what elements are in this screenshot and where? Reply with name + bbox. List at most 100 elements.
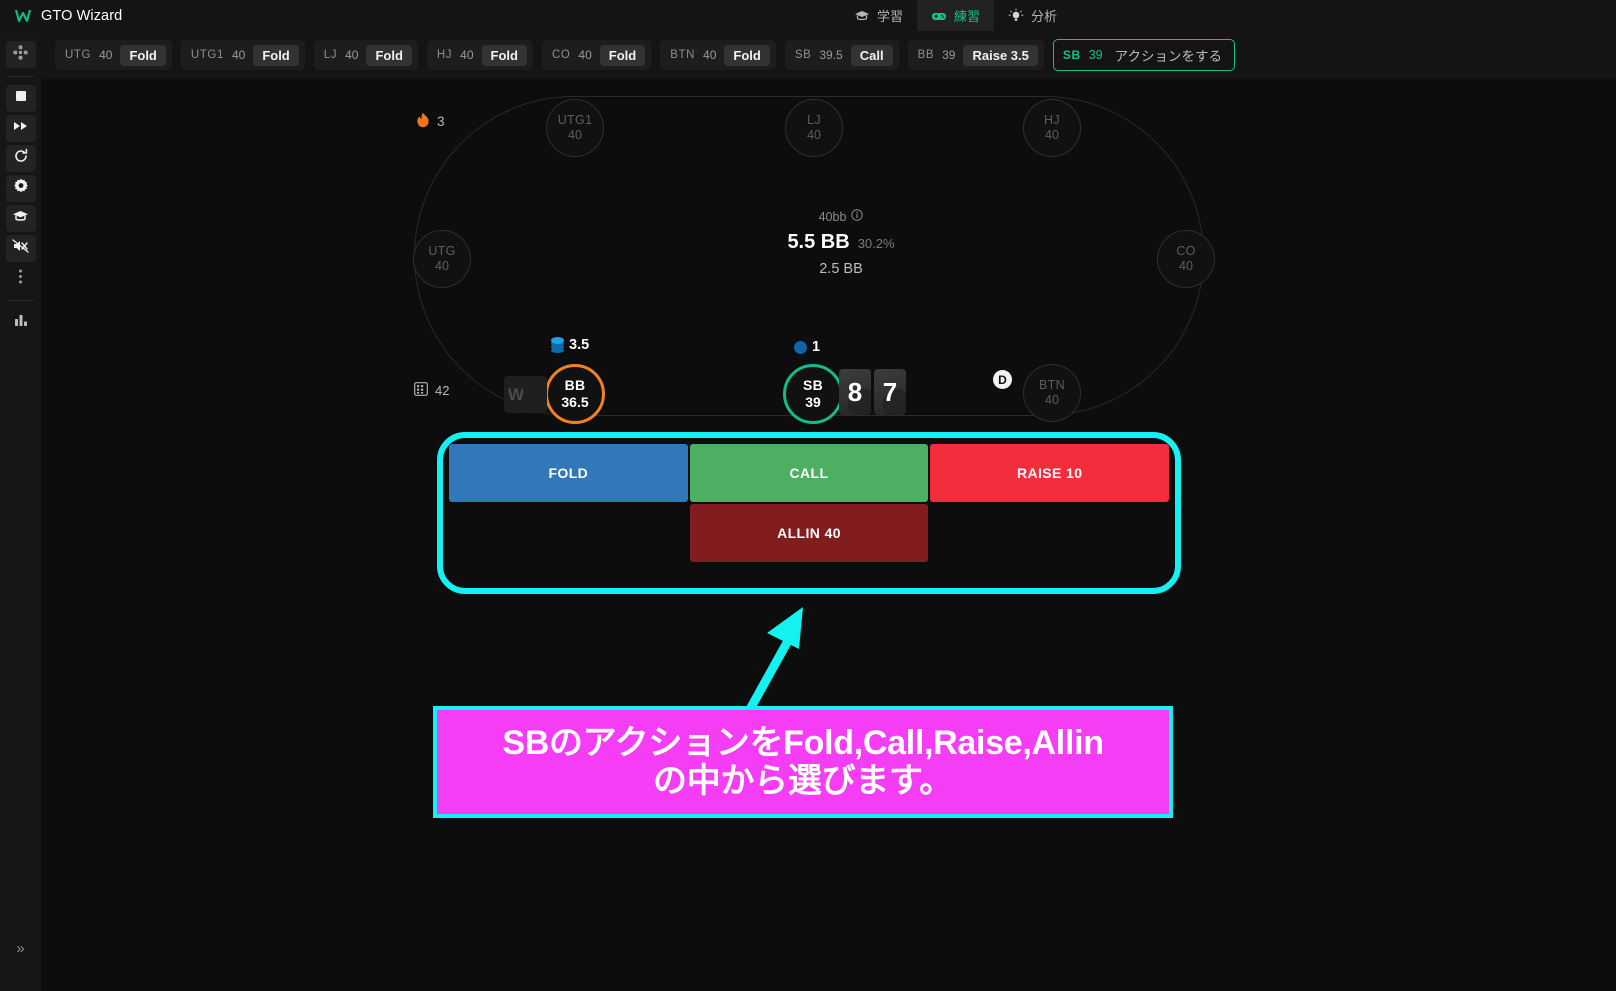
hole-card-2: 7 bbox=[874, 369, 906, 415]
history-pill-utg1[interactable]: UTG1 40 Fold bbox=[180, 40, 305, 70]
study-button[interactable] bbox=[5, 205, 36, 232]
top-navigation: 学習 練習 分析 bbox=[840, 0, 1071, 31]
stop-button[interactable] bbox=[5, 85, 36, 112]
stats-button[interactable] bbox=[6, 309, 36, 336]
bar-chart-icon bbox=[13, 313, 29, 333]
seat-utg[interactable]: UTG 40 bbox=[413, 230, 471, 288]
action-row-primary: FOLD CALL RAISE 10 bbox=[449, 444, 1170, 502]
callout-annotation: SBのアクションをFold,Call,Raise,Allin の中から選びます。 bbox=[433, 706, 1173, 818]
seat-stack: 40 bbox=[568, 128, 582, 142]
seat-stack: 40 bbox=[807, 128, 821, 142]
left-tool-rail: » bbox=[0, 31, 41, 991]
history-position: UTG bbox=[65, 49, 92, 61]
history-position: CO bbox=[551, 49, 571, 61]
current-turn-position: SB bbox=[1062, 48, 1081, 62]
history-position: SB bbox=[794, 49, 812, 61]
seat-sb-hero[interactable]: SB 39 bbox=[783, 364, 843, 424]
history-stack: 39.5 bbox=[819, 48, 843, 62]
pot-stack-label: 40bb bbox=[818, 209, 847, 224]
fold-button[interactable]: FOLD bbox=[449, 444, 688, 502]
refresh-button[interactable] bbox=[5, 145, 36, 172]
expand-sidebar-button[interactable]: » bbox=[0, 940, 41, 957]
nav-tab-study[interactable]: 学習 bbox=[840, 0, 917, 31]
history-pill-utg[interactable]: UTG 40 Fold bbox=[55, 40, 172, 70]
hero-stack: 39 bbox=[805, 394, 821, 410]
settings-button[interactable] bbox=[5, 175, 36, 202]
callout-arrow bbox=[741, 599, 871, 714]
history-action: Fold bbox=[120, 44, 166, 66]
app-brand[interactable]: GTO Wizard bbox=[0, 7, 122, 25]
dealer-button: D bbox=[993, 370, 1012, 389]
chip-icon bbox=[794, 340, 807, 354]
more-options-button[interactable] bbox=[6, 265, 36, 292]
seat-co[interactable]: CO 40 bbox=[1157, 230, 1215, 288]
history-pill-btn[interactable]: BTN 40 Fold bbox=[660, 40, 776, 70]
history-pill-lj[interactable]: LJ 40 Fold bbox=[313, 40, 418, 70]
history-pill-sb[interactable]: SB 39.5 Call bbox=[784, 40, 899, 70]
gto-wizard-logo-icon bbox=[14, 7, 32, 25]
seat-stack: 40 bbox=[435, 259, 449, 273]
raise-button[interactable]: RAISE 10 bbox=[930, 444, 1170, 502]
streak-value: 3 bbox=[437, 114, 445, 129]
nav-tab-practice[interactable]: 練習 bbox=[916, 0, 994, 31]
info-icon[interactable] bbox=[851, 209, 864, 224]
gear-icon bbox=[13, 178, 29, 199]
nav-tab-analysis-label: 分析 bbox=[1030, 9, 1057, 24]
history-action: Fold bbox=[599, 44, 646, 66]
seat-stack: 40 bbox=[1045, 393, 1059, 407]
gamepad-icon bbox=[931, 8, 947, 24]
app-title: GTO Wizard bbox=[41, 7, 123, 24]
history-pill-hj[interactable]: HJ 40 Fold bbox=[426, 40, 533, 70]
history-stack: 40 bbox=[99, 48, 113, 62]
seat-stack: 40 bbox=[1179, 259, 1193, 273]
chip-stack-icon bbox=[551, 337, 564, 353]
villain-stack: 36.5 bbox=[561, 394, 589, 410]
streak-badge: 3 bbox=[416, 112, 445, 131]
handcount-value: 42 bbox=[435, 383, 450, 398]
seat-lj[interactable]: LJ 40 bbox=[785, 99, 843, 157]
mute-button[interactable] bbox=[5, 235, 36, 262]
seat-position: HJ bbox=[1044, 113, 1060, 127]
move-tool-button[interactable] bbox=[5, 41, 36, 68]
villain-position: BB bbox=[564, 377, 586, 394]
pot-sub-amount: 2.5 BB bbox=[819, 261, 863, 277]
history-action: Fold bbox=[366, 44, 412, 66]
bet-sb-amount: 1 bbox=[812, 339, 821, 355]
action-history-bar: UTG 40 Fold UTG1 40 Fold LJ 40 Fold HJ 4… bbox=[41, 31, 1616, 79]
seat-bb-villain[interactable]: BB 36.5 bbox=[545, 364, 605, 424]
action-buttons-panel: FOLD CALL RAISE 10 ALLIN 40 bbox=[437, 432, 1181, 594]
facedown-logo: W bbox=[507, 384, 525, 404]
bet-sb: 1 bbox=[794, 339, 820, 355]
nav-tab-analysis[interactable]: 分析 bbox=[994, 0, 1071, 31]
nav-tab-study-label: 学習 bbox=[876, 9, 903, 24]
seat-position: CO bbox=[1176, 244, 1196, 258]
callout-line-2: の中から選びます。 bbox=[653, 762, 953, 800]
hole-card-1: 8 bbox=[839, 369, 871, 415]
history-action: Fold bbox=[724, 44, 770, 66]
history-pill-current-turn[interactable]: SB 39 アクションをする bbox=[1052, 39, 1235, 71]
fast-forward-button[interactable] bbox=[5, 115, 36, 142]
history-pill-bb[interactable]: BB 39 Raise 3.5 bbox=[907, 40, 1044, 70]
seat-position: BTN bbox=[1039, 378, 1065, 392]
nav-tab-practice-label: 練習 bbox=[953, 9, 980, 24]
seat-btn[interactable]: BTN 40 bbox=[1023, 364, 1081, 422]
rail-divider-top bbox=[7, 76, 34, 77]
seat-hj[interactable]: HJ 40 bbox=[1023, 99, 1081, 157]
history-position: LJ bbox=[323, 49, 338, 61]
history-position: BB bbox=[917, 49, 935, 61]
hole-card-2-rank: 7 bbox=[882, 376, 898, 407]
action-spacer-left bbox=[449, 504, 688, 562]
action-spacer-right bbox=[930, 504, 1169, 562]
seat-utg1[interactable]: UTG1 40 bbox=[546, 99, 604, 157]
history-stack: 40 bbox=[703, 48, 717, 62]
current-turn-stack: 39 bbox=[1088, 48, 1103, 62]
refresh-icon bbox=[13, 148, 29, 169]
allin-button[interactable]: ALLIN 40 bbox=[689, 504, 929, 562]
action-row-secondary: ALLIN 40 bbox=[449, 504, 1169, 562]
history-action: Call bbox=[850, 44, 893, 66]
graduation-cap-icon bbox=[12, 208, 29, 230]
call-button[interactable]: CALL bbox=[689, 444, 929, 502]
history-pill-co[interactable]: CO 40 Fold bbox=[541, 40, 652, 70]
history-action: Fold bbox=[481, 44, 527, 66]
callout-line-1: SBのアクションをFold,Call,Raise,Allin bbox=[502, 723, 1104, 762]
